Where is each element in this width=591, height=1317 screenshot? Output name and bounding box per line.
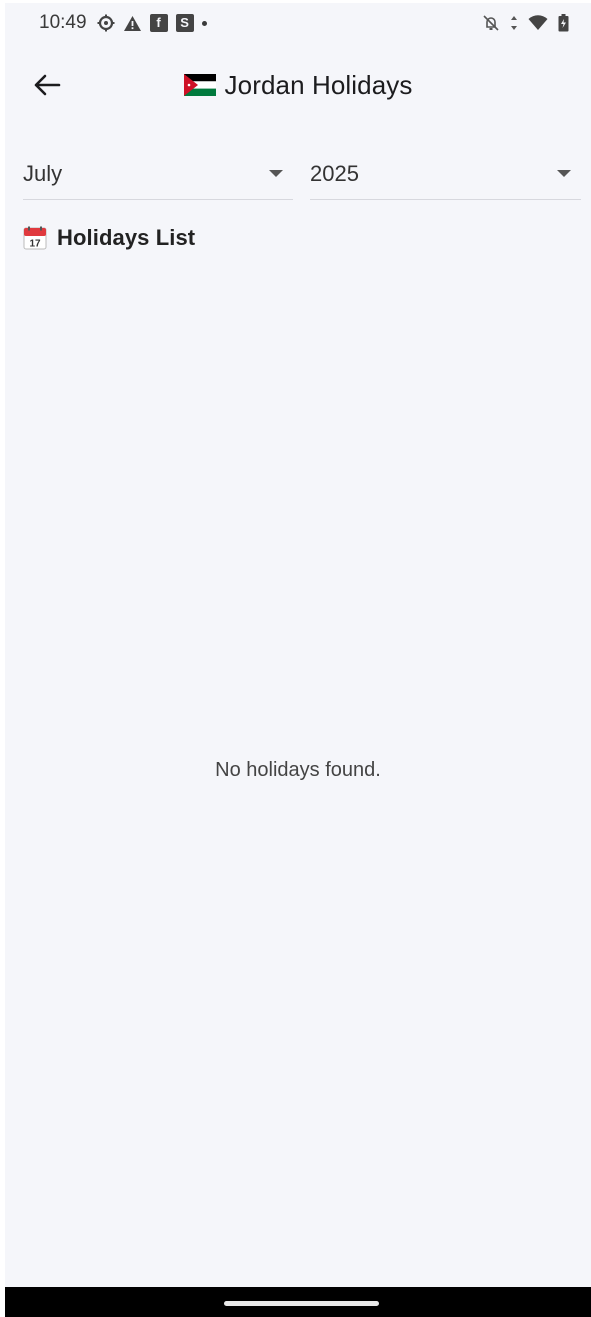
year-dropdown[interactable]: 2025 <box>310 148 581 200</box>
section-title: Holidays List <box>57 225 196 250</box>
page-title: Jordan Holidays <box>224 69 413 100</box>
warning-icon <box>123 15 142 32</box>
wifi-icon <box>528 15 548 31</box>
title-group: Jordan Holidays <box>5 65 591 105</box>
jordan-flag-icon <box>183 74 216 96</box>
alarm-off-icon <box>482 14 500 32</box>
status-left: 10:49 f S <box>39 12 207 34</box>
navigation-bar <box>5 1287 591 1317</box>
screen: 10:49 f S Jordan Holidays July 2025 17 H… <box>5 3 591 1317</box>
status-right <box>482 14 569 32</box>
status-time: 10:49 <box>39 12 87 33</box>
month-value: July <box>23 160 63 186</box>
s-app-icon: S <box>175 14 194 32</box>
facebook-icon: f <box>149 14 168 32</box>
home-indicator[interactable] <box>224 1301 379 1306</box>
gear-icon <box>97 14 115 32</box>
calendar-day: 17 <box>29 239 41 250</box>
month-dropdown[interactable]: July <box>23 148 293 200</box>
chevron-down-icon <box>269 170 283 177</box>
data-arrows-icon <box>510 15 518 31</box>
holidays-list-heading: 17 Holidays List <box>23 225 195 251</box>
more-notifications-dot <box>201 20 207 26</box>
status-bar: 10:49 f S <box>5 3 591 43</box>
calendar-icon: 17 <box>23 226 47 250</box>
app-bar: Jordan Holidays <box>5 43 591 127</box>
empty-state-message: No holidays found. <box>215 759 381 781</box>
year-value: 2025 <box>310 160 359 186</box>
battery-icon <box>558 14 569 32</box>
chevron-down-icon <box>557 170 571 177</box>
